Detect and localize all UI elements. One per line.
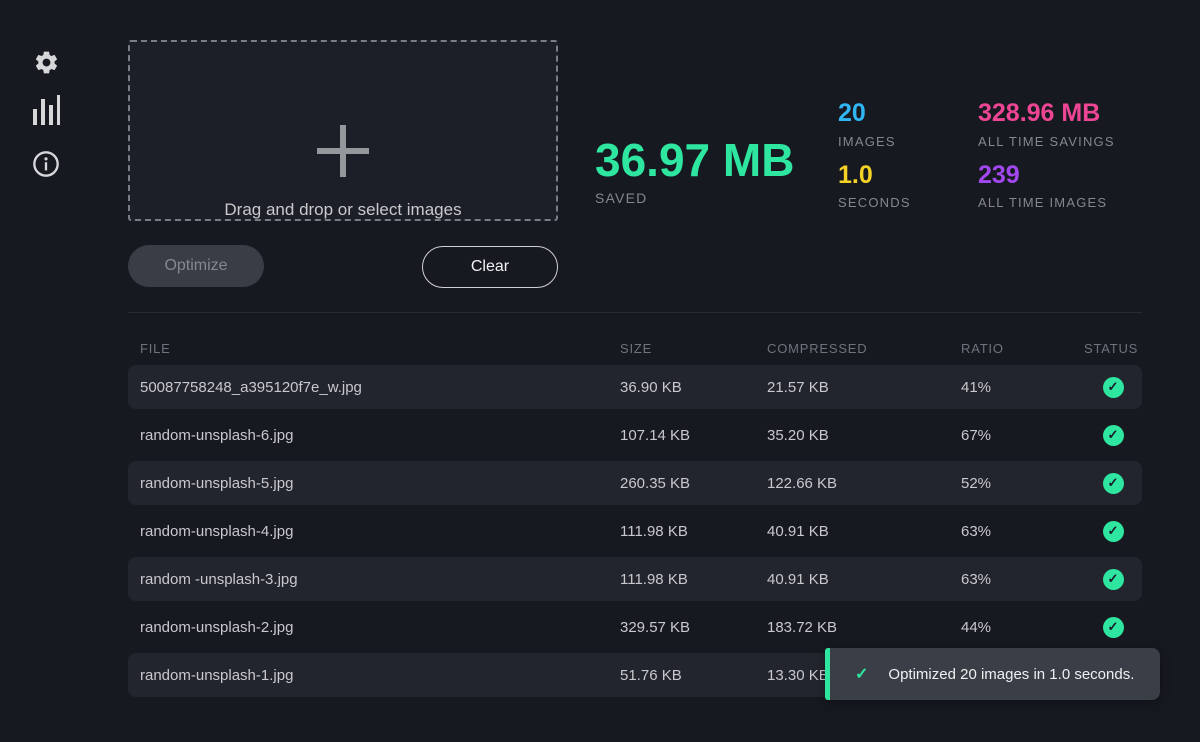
check-circle-icon: ✓ [1103, 377, 1124, 398]
file-name: random -unsplash-3.jpg [128, 571, 620, 588]
saved-value: 36.97 MB [595, 136, 794, 184]
file-ratio: 41% [961, 379, 1084, 396]
table-header: FILE SIZE COMPRESSED RATIO STATUS [128, 334, 1142, 362]
alltime-images-label: ALL TIME IMAGES [978, 195, 1115, 210]
check-circle-icon: ✓ [1103, 425, 1124, 446]
file-size: 36.90 KB [620, 379, 767, 396]
dropzone[interactable]: Drag and drop or select images [128, 40, 558, 221]
file-name: random-unsplash-1.jpg [128, 667, 620, 684]
header-ratio: RATIO [961, 341, 1084, 356]
sidebar-item-about[interactable] [30, 148, 62, 180]
table-row: random-unsplash-6.jpg 107.14 KB 35.20 KB… [128, 413, 1142, 457]
check-circle-icon: ✓ [1103, 521, 1124, 542]
header-size: SIZE [620, 341, 767, 356]
app-window: Drag and drop or select images Optimize … [0, 0, 1200, 742]
toast-notification[interactable]: ✓ Optimized 20 images in 1.0 seconds. [825, 648, 1160, 700]
images-label: IMAGES [838, 134, 911, 149]
header-file: FILE [128, 341, 620, 356]
file-size: 51.76 KB [620, 667, 767, 684]
dropzone-label: Drag and drop or select images [130, 200, 556, 220]
file-name: random-unsplash-4.jpg [128, 523, 620, 540]
header-compressed: COMPRESSED [767, 341, 961, 356]
bar-chart-icon [32, 94, 60, 125]
file-compressed: 21.57 KB [767, 379, 961, 396]
file-size: 107.14 KB [620, 427, 767, 444]
toast-message: Optimized 20 images in 1.0 seconds. [888, 666, 1134, 683]
file-size: 111.98 KB [620, 571, 767, 588]
file-compressed: 122.66 KB [767, 475, 961, 492]
table-row: 50087758248_a395120f7e_w.jpg 36.90 KB 21… [128, 365, 1142, 409]
sidebar-item-statistics[interactable] [30, 93, 62, 125]
table-row: random -unsplash-3.jpg 111.98 KB 40.91 K… [128, 557, 1142, 601]
info-icon [32, 150, 60, 178]
sidebar-item-settings[interactable] [30, 46, 62, 78]
stat-seconds: 1.0 SECONDS [838, 162, 911, 211]
file-compressed: 40.91 KB [767, 571, 961, 588]
optimize-button[interactable]: Optimize [128, 245, 264, 287]
table-row: random-unsplash-4.jpg 111.98 KB 40.91 KB… [128, 509, 1142, 553]
seconds-label: SECONDS [838, 195, 911, 210]
file-ratio: 52% [961, 475, 1084, 492]
check-circle-icon: ✓ [1103, 617, 1124, 638]
alltime-savings-label: ALL TIME SAVINGS [978, 134, 1115, 149]
stat-column-session: 20 IMAGES 1.0 SECONDS [838, 100, 911, 223]
stat-saved: 36.97 MB SAVED [595, 136, 794, 206]
file-compressed: 35.20 KB [767, 427, 961, 444]
files-table: FILE SIZE COMPRESSED RATIO STATUS 500877… [128, 334, 1142, 701]
file-ratio: 67% [961, 427, 1084, 444]
alltime-savings-value: 328.96 MB [978, 100, 1115, 128]
check-icon: ✓ [855, 664, 868, 684]
file-size: 329.57 KB [620, 619, 767, 636]
file-name: 50087758248_a395120f7e_w.jpg [128, 379, 620, 396]
clear-button[interactable]: Clear [422, 246, 558, 288]
file-ratio: 63% [961, 571, 1084, 588]
check-circle-icon: ✓ [1103, 569, 1124, 590]
images-value: 20 [838, 100, 911, 128]
saved-label: SAVED [595, 190, 794, 206]
file-compressed: 183.72 KB [767, 619, 961, 636]
stat-alltime-savings: 328.96 MB ALL TIME SAVINGS [978, 100, 1115, 149]
check-circle-icon: ✓ [1103, 473, 1124, 494]
seconds-value: 1.0 [838, 162, 911, 190]
file-size: 111.98 KB [620, 523, 767, 540]
file-name: random-unsplash-2.jpg [128, 619, 620, 636]
header-status: STATUS [1084, 341, 1142, 356]
file-ratio: 44% [961, 619, 1084, 636]
file-name: random-unsplash-5.jpg [128, 475, 620, 492]
file-ratio: 63% [961, 523, 1084, 540]
table-row: random-unsplash-5.jpg 260.35 KB 122.66 K… [128, 461, 1142, 505]
gear-icon [33, 49, 60, 76]
file-size: 260.35 KB [620, 475, 767, 492]
section-divider [128, 312, 1142, 313]
stat-alltime-images: 239 ALL TIME IMAGES [978, 162, 1115, 211]
plus-icon [317, 125, 369, 177]
file-name: random-unsplash-6.jpg [128, 427, 620, 444]
file-compressed: 40.91 KB [767, 523, 961, 540]
table-row: random-unsplash-2.jpg 329.57 KB 183.72 K… [128, 605, 1142, 649]
alltime-images-value: 239 [978, 162, 1115, 190]
stat-column-alltime: 328.96 MB ALL TIME SAVINGS 239 ALL TIME … [978, 100, 1115, 223]
sidebar [0, 0, 88, 742]
stat-images: 20 IMAGES [838, 100, 911, 149]
